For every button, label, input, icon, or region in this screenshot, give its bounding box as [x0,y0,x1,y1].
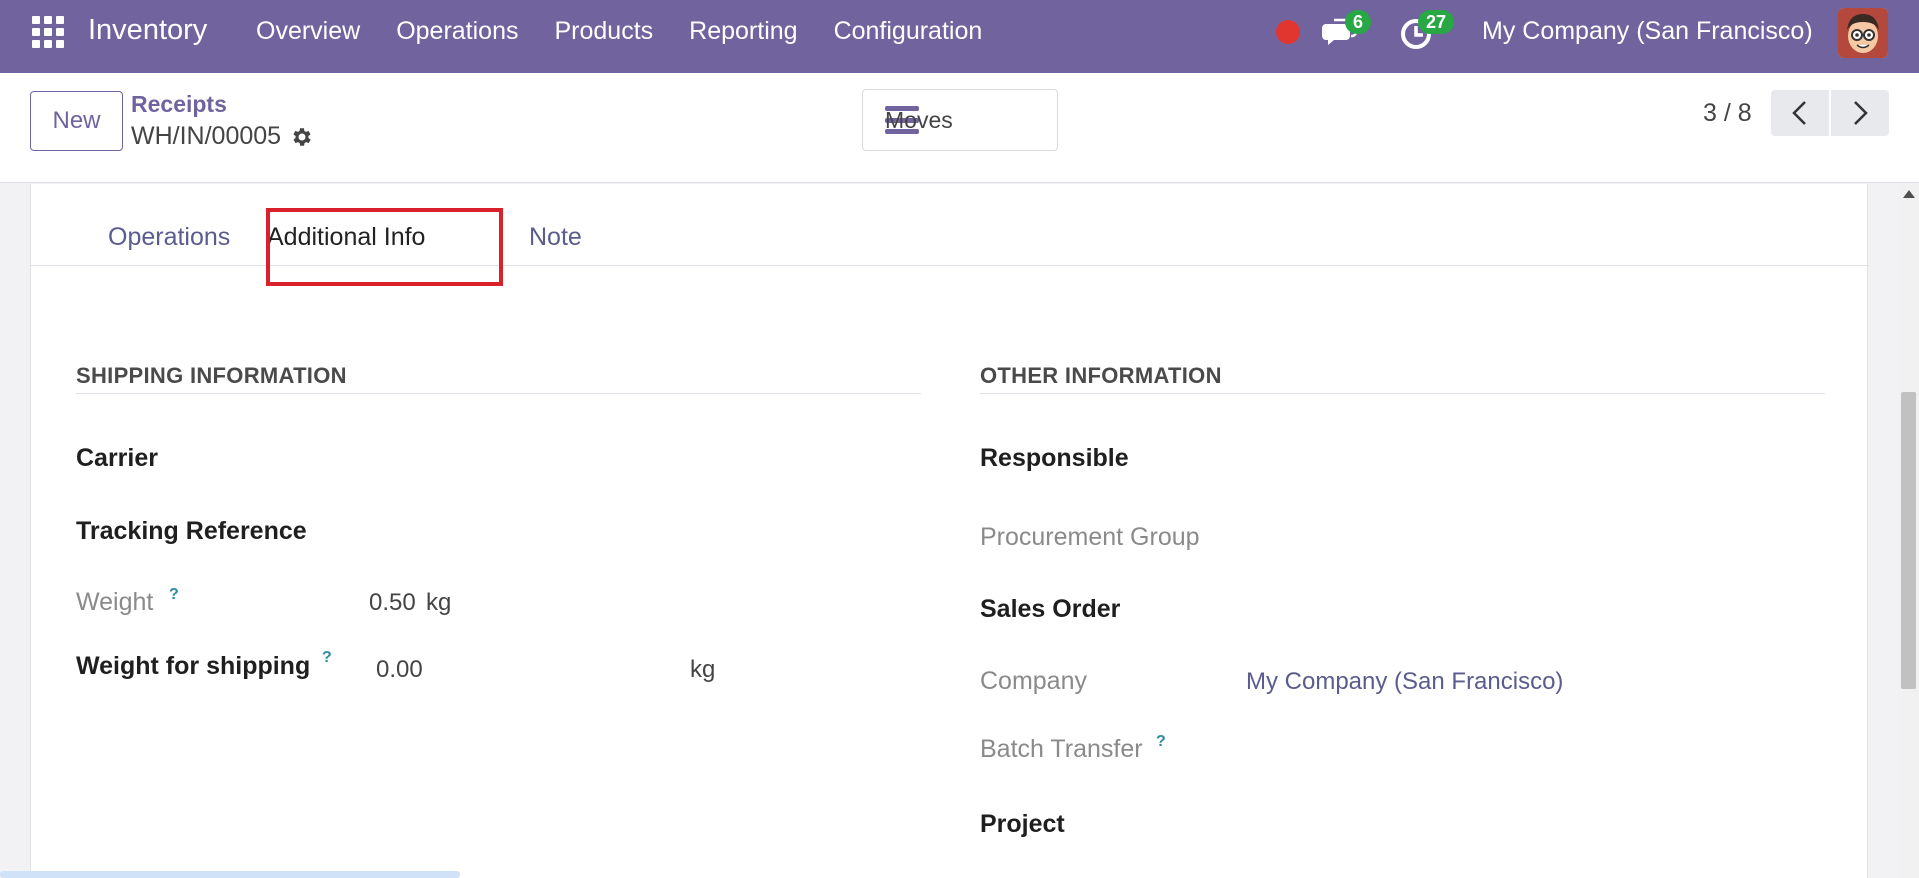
weight-shipping-input[interactable]: 0.00 [376,656,423,684]
batch-transfer-label: Batch Transfer [980,735,1143,763]
weight-label: Weight [76,588,154,616]
batch-transfer-help-icon[interactable]: ? [1156,733,1166,751]
weight-shipping-unit: kg [690,656,716,683]
control-panel: New Receipts WH/IN/00005 Moves 3 / 8 [0,73,1919,183]
highlight-annotation [266,208,503,286]
breadcrumb-receipts[interactable]: Receipts [131,91,227,118]
activities-badge: 27 [1418,10,1455,34]
tracking-reference-label: Tracking Reference [76,517,307,545]
chevron-right-icon [1854,101,1868,125]
company-field-link[interactable]: My Company (San Francisco) [1246,668,1563,696]
gear-icon[interactable] [289,125,313,149]
weight-help-icon[interactable]: ? [169,586,179,604]
recording-indicator-icon[interactable] [1276,20,1300,44]
pager-value[interactable]: 3 / 8 [1703,99,1752,128]
menu-overview[interactable]: Overview [256,17,360,46]
menu-operations[interactable]: Operations [396,17,518,46]
breadcrumb-current: WH/IN/00005 [131,122,313,151]
weight-value: 0.50 [369,589,416,616]
main-menu: Overview Operations Products Reporting C… [256,17,1018,46]
tab-note[interactable]: Note [529,208,582,266]
procurement-group-label: Procurement Group [980,523,1200,551]
apps-grid-icon[interactable] [32,16,64,48]
moves-smart-button[interactable]: Moves [862,89,1058,151]
chevron-left-icon [1792,101,1806,125]
weight-shipping-help-icon[interactable]: ? [322,649,332,667]
pager-previous-button[interactable] [1771,90,1829,136]
project-label: Project [980,810,1065,838]
other-divider [980,393,1825,394]
menu-products[interactable]: Products [554,17,653,46]
menu-configuration[interactable]: Configuration [834,17,983,46]
carrier-label: Carrier [76,444,158,472]
weight-unit: kg [426,589,452,616]
user-avatar[interactable] [1838,8,1888,58]
weight-shipping-label: Weight for shipping [76,652,311,680]
pager-next-button[interactable] [1831,90,1889,136]
menu-reporting[interactable]: Reporting [689,17,797,46]
moves-label: Moves [885,106,953,133]
sales-order-label: Sales Order [980,595,1121,623]
scrollbar-thumb[interactable] [1901,392,1916,689]
new-button[interactable]: New [30,91,123,151]
shipping-divider [76,393,921,394]
messages-badge: 6 [1345,10,1372,34]
other-section-title: OTHER INFORMATION [980,363,1222,388]
app-name[interactable]: Inventory [88,14,207,47]
company-label: Company [980,667,1087,695]
company-switcher[interactable]: My Company (San Francisco) [1482,17,1813,46]
tab-operations[interactable]: Operations [108,208,230,266]
record-name: WH/IN/00005 [131,122,282,150]
shipping-section-title: SHIPPING INFORMATION [76,363,347,388]
top-navbar: Inventory Overview Operations Products R… [0,0,1919,73]
form-sheet: Operations Additional Info Note SHIPPING… [30,184,1869,878]
responsible-label: Responsible [980,444,1129,472]
horizontal-scrollbar[interactable] [0,871,460,878]
scroll-up-arrow-icon[interactable] [1903,190,1915,198]
